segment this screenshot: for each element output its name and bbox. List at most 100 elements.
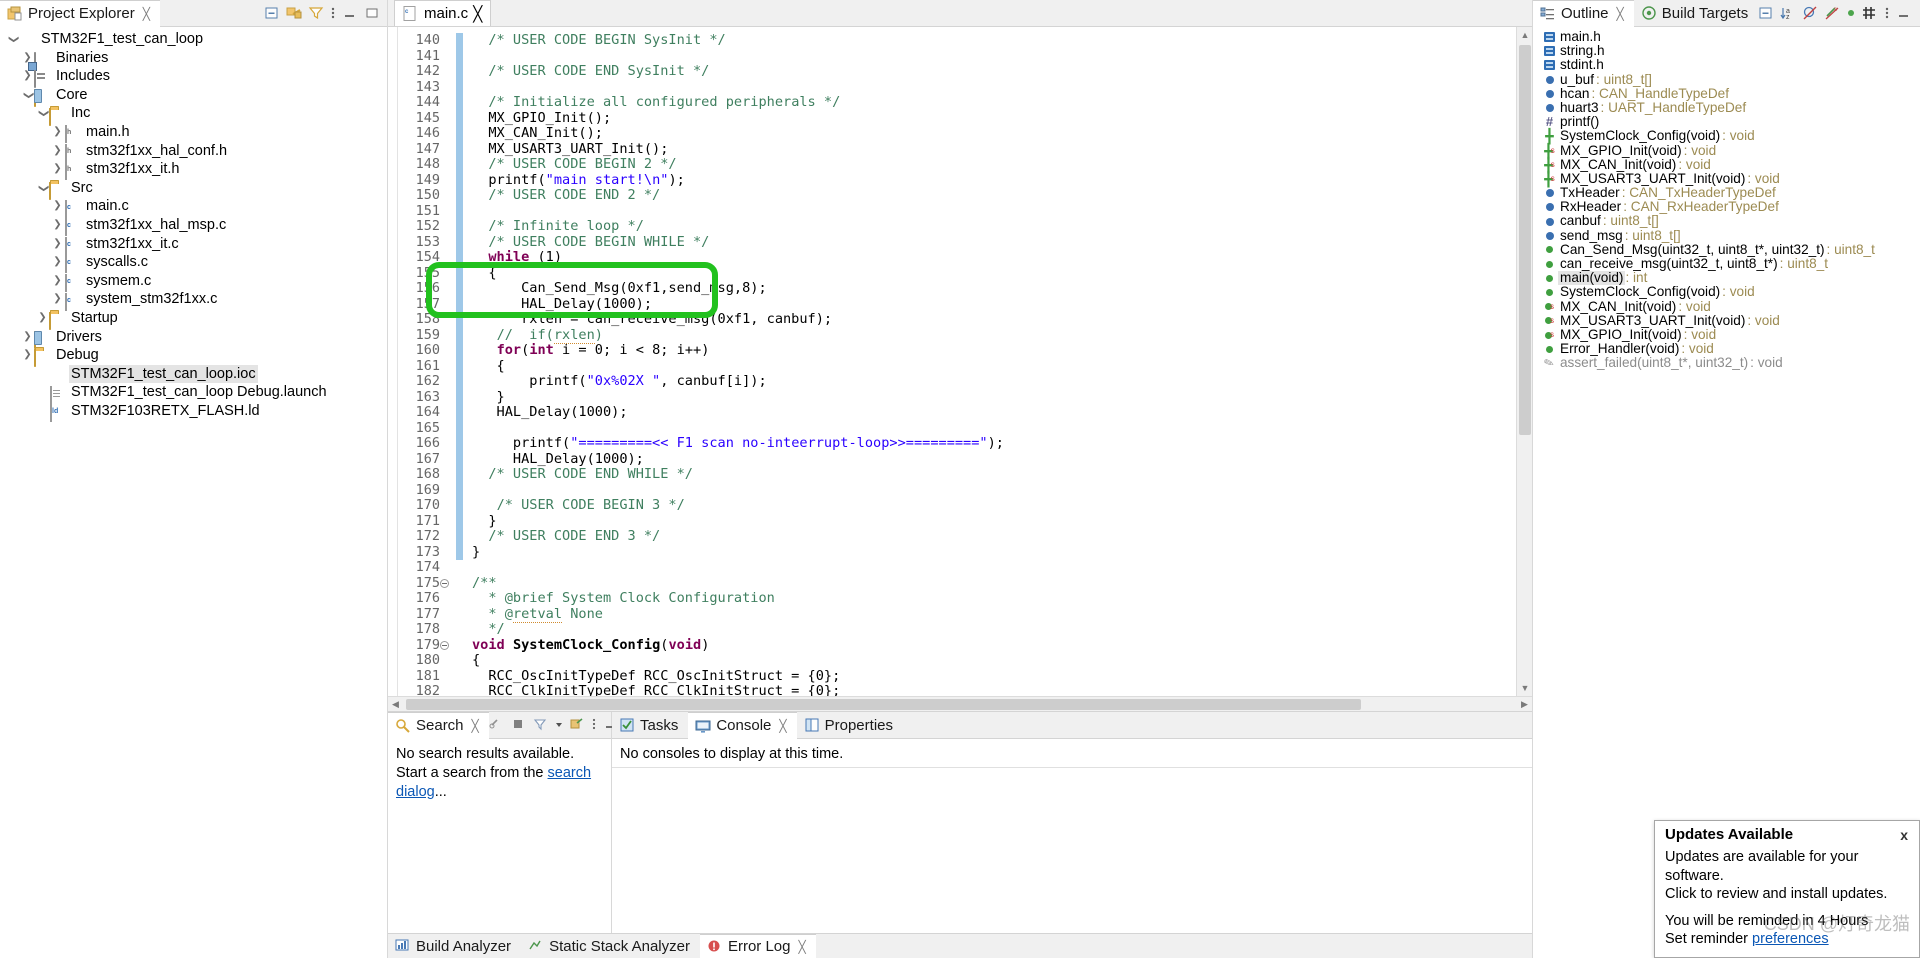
scroll-down-arrow-icon[interactable]: ▼ xyxy=(1517,680,1533,696)
tree-item-drivers[interactable]: ❯ Drivers xyxy=(0,328,387,349)
outline-item[interactable]: main(void) : int xyxy=(1533,270,1920,286)
outline-item[interactable]: TxHeader : CAN_TxHeaderTypeDef xyxy=(1533,185,1920,200)
tree-item-stm32f1-test-can-loop-ioc[interactable]: STM32F1_test_can_loop.ioc xyxy=(0,364,387,384)
code-line[interactable] xyxy=(472,483,1516,499)
close-icon[interactable]: ╳ xyxy=(473,5,482,23)
tab-build-analyzer[interactable]: Build Analyzer xyxy=(388,934,521,958)
close-icon[interactable]: ╳ xyxy=(143,7,150,21)
fold-toggle-icon[interactable] xyxy=(440,640,449,650)
code-line[interactable]: * @brief System Clock Configuration xyxy=(472,590,1516,607)
tree-item-stm32f1xx-hal-msp-c[interactable]: ❯ c stm32f1xx_hal_msp.c xyxy=(0,216,387,237)
close-icon[interactable]: ╳ xyxy=(779,719,786,733)
code-line[interactable]: */ xyxy=(472,621,1516,638)
code-line[interactable]: MX_USART3_UART_Init(); xyxy=(472,141,1516,158)
code-line[interactable]: HAL_Delay(1000); xyxy=(472,451,1516,468)
outline-item[interactable]: Error_Handler(void) : void xyxy=(1533,341,1920,356)
hide-fields-icon[interactable] xyxy=(1802,5,1818,21)
scroll-right-arrow-icon[interactable]: ▶ xyxy=(1517,697,1532,712)
outline-item[interactable]: ╋ s MX_GPIO_Init(void) : void xyxy=(1533,143,1920,158)
code-line[interactable]: RCC_OscInitTypeDef RCC_OscInitStruct = {… xyxy=(472,668,1516,685)
scroll-left-arrow-icon[interactable]: ◀ xyxy=(388,697,403,712)
code-line[interactable]: /* USER CODE END SysInit */ xyxy=(472,63,1516,80)
tree-item-src[interactable]: ❯ Src xyxy=(0,179,387,201)
code-line[interactable]: while (1) xyxy=(472,249,1516,266)
hide-nonpublic-icon[interactable] xyxy=(1862,5,1878,21)
sort-icon[interactable]: az xyxy=(1780,5,1796,21)
chevron-right-icon[interactable]: ❯ xyxy=(51,216,64,235)
outline-item[interactable]: send_msg : uint8_t[] xyxy=(1533,228,1920,243)
code-line[interactable]: MX_GPIO_Init(); xyxy=(472,110,1516,127)
close-icon[interactable]: ╳ xyxy=(472,719,479,733)
code-line[interactable]: /* USER CODE BEGIN 3 */ xyxy=(472,497,1516,514)
code-line[interactable]: rxlen = can_receive_msg(0xf1, canbuf); xyxy=(472,311,1516,328)
code-line[interactable] xyxy=(472,80,1516,96)
code-line[interactable]: HAL_Delay(1000); xyxy=(472,404,1516,421)
editor-vertical-scrollbar[interactable]: ▲ ▼ xyxy=(1516,27,1532,696)
chevron-right-icon[interactable]: ❯ xyxy=(51,142,64,161)
folding-column[interactable] xyxy=(444,27,456,696)
outline-item[interactable]: ╋ SystemClock_Config(void) : void xyxy=(1533,129,1920,144)
outline-item[interactable]: stdint.h xyxy=(1533,58,1920,72)
outline-item[interactable]: RxHeader : CAN_RxHeaderTypeDef xyxy=(1533,200,1920,214)
outline-list[interactable]: main.h string.h stdint.h u_buf : uint8_t[] h… xyxy=(1533,27,1920,711)
cancel-icon[interactable] xyxy=(511,717,527,733)
code-line[interactable]: { xyxy=(472,652,1516,669)
code-line[interactable]: Can_Send_Msg(0xf1,send_msg,8); xyxy=(472,280,1516,297)
close-icon[interactable]: ╳ xyxy=(799,940,806,954)
code-line[interactable] xyxy=(472,421,1516,437)
code-line[interactable]: /* USER CODE END 2 */ xyxy=(472,187,1516,204)
tree-item-syscalls-c[interactable]: ❯ c syscalls.c xyxy=(0,253,387,274)
outline-item[interactable]: ✎ assert_failed(uint8_t*, uint32_t) : voi… xyxy=(1533,355,1920,372)
project-tree[interactable]: ❯ STM32F1_test_can_loop ❯ Binaries ❯ Includes… xyxy=(0,27,387,711)
outline-item[interactable]: huart3 : UART_HandleTypeDef xyxy=(1533,100,1920,115)
tree-item-core[interactable]: ❯ Core xyxy=(0,86,387,108)
collapse-all-icon[interactable] xyxy=(264,5,280,21)
tree-item-inc[interactable]: ❯ Inc xyxy=(0,104,387,126)
tree-item-system-stm32f1xx-c[interactable]: ❯ c system_stm32f1xx.c xyxy=(0,290,387,311)
code-line[interactable]: /* USER CODE BEGIN WHILE */ xyxy=(472,234,1516,251)
chevron-right-icon[interactable]: ❯ xyxy=(21,346,34,365)
view-menu-icon[interactable] xyxy=(1884,5,1890,21)
code-line[interactable]: // if(rxlen) xyxy=(472,326,1516,344)
code-line[interactable]: /* USER CODE END 3 */ xyxy=(472,528,1516,545)
code-line[interactable]: /* Initialize all configured peripherals… xyxy=(472,94,1516,111)
outline-item[interactable]: SystemClock_Config(void) : void xyxy=(1533,285,1920,299)
outline-item[interactable]: u_buf : uint8_t[] xyxy=(1533,72,1920,87)
outline-item[interactable]: canbuf : uint8_t[] xyxy=(1533,214,1920,228)
tab-search[interactable]: Search ╳ xyxy=(388,711,489,739)
code-line[interactable]: /** xyxy=(472,575,1516,592)
code-line[interactable]: printf("0x%02X ", canbuf[i]); xyxy=(472,373,1516,390)
code-line[interactable]: printf("=========<< F1 scan no-inteerrup… xyxy=(472,435,1516,452)
code-line[interactable]: /* USER CODE BEGIN 2 */ xyxy=(472,156,1516,173)
code-line[interactable]: HAL_Delay(1000); xyxy=(472,296,1516,313)
tree-item-stm32f103retx-flash-ld[interactable]: ld STM32F103RETX_FLASH.ld xyxy=(0,402,387,423)
code-line[interactable]: { xyxy=(472,265,1516,282)
chevron-right-icon[interactable]: ❯ xyxy=(51,197,64,216)
source-code-text[interactable]: /* USER CODE BEGIN SysInit */ /* USER CO… xyxy=(463,27,1516,696)
marker-bar[interactable] xyxy=(388,27,398,696)
updates-available-notification[interactable]: Updates Available x Updates are availabl… xyxy=(1654,820,1920,958)
pin-search-icon[interactable] xyxy=(569,717,585,733)
chevron-right-icon[interactable]: ❯ xyxy=(51,253,64,272)
outline-item[interactable]: can_receive_msg(uint32_t, uint8_t*) : ui… xyxy=(1533,256,1920,271)
code-line[interactable]: void SystemClock_Config(void) xyxy=(472,637,1516,654)
tree-item-stm32f1xx-it-c[interactable]: ❯ c stm32f1xx_it.c xyxy=(0,235,387,255)
hide-static-icon[interactable]: s xyxy=(1824,5,1840,21)
outline-item[interactable]: Can_Send_Msg(uint32_t, uint8_t*, uint32_… xyxy=(1533,242,1920,257)
remove-match-icon[interactable] xyxy=(489,717,505,733)
collapse-all-icon[interactable] xyxy=(1758,5,1774,21)
outline-item[interactable]: s MX_GPIO_Init(void) : void xyxy=(1533,327,1920,342)
code-line[interactable]: * @retval None xyxy=(472,605,1516,623)
code-line[interactable]: for(int i = 0; i < 8; i++) xyxy=(472,342,1516,359)
tree-item-includes[interactable]: ❯ Includes xyxy=(0,67,387,89)
code-line[interactable]: } xyxy=(472,544,1516,561)
preferences-link[interactable]: preferences xyxy=(1752,931,1829,947)
code-line[interactable]: MX_CAN_Init(); xyxy=(472,125,1516,142)
minimize-icon[interactable] xyxy=(1896,5,1912,21)
tree-item-stm32f1-test-can-loop[interactable]: ❯ STM32F1_test_can_loop xyxy=(0,30,387,49)
tab-outline[interactable]: Outline ╳ xyxy=(1533,0,1634,27)
view-menu-icon[interactable] xyxy=(591,717,597,733)
outline-item[interactable]: s MX_USART3_UART_Init(void) : void xyxy=(1533,313,1920,328)
editor-horizontal-scrollbar[interactable]: ◀ ▶ xyxy=(388,696,1532,711)
vertical-scroll-thumb[interactable] xyxy=(1519,45,1531,435)
